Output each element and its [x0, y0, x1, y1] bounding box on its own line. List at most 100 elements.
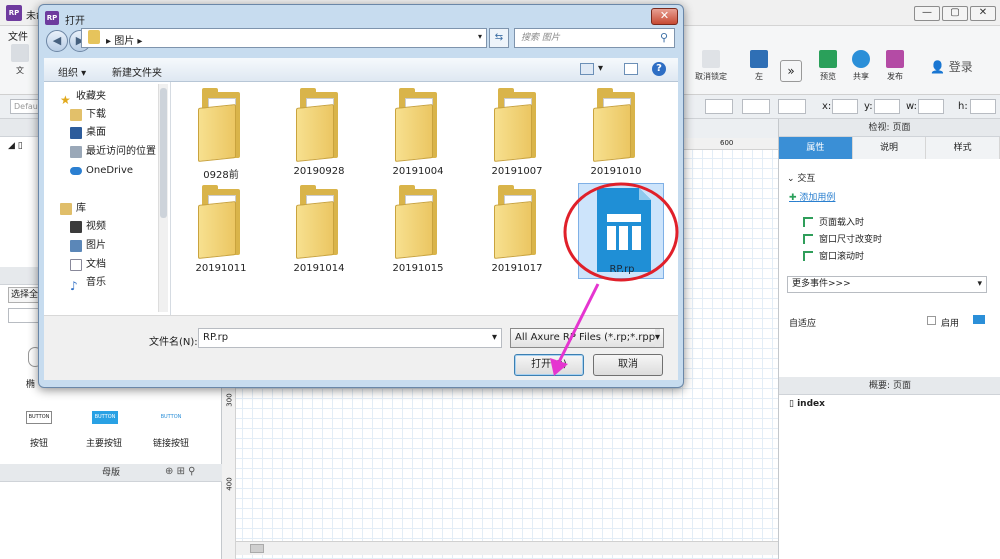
h-input[interactable]: [970, 99, 996, 114]
y-input[interactable]: [874, 99, 900, 114]
folder-name: 20191011: [195, 263, 247, 274]
video-icon: [70, 221, 82, 233]
dialog-search-input[interactable]: 搜索 图片: [514, 28, 675, 48]
dialog-app-icon: RP: [45, 11, 59, 25]
filename-dropdown-icon[interactable]: ▾: [492, 329, 497, 347]
align-left-tool[interactable]: 左: [746, 50, 772, 82]
new-icon: [11, 44, 29, 62]
unlock-tool[interactable]: 取消锁定: [688, 50, 734, 82]
scrollbar-thumb[interactable]: [250, 544, 264, 553]
address-dropdown-icon[interactable]: ▾: [478, 32, 482, 41]
library-select[interactable]: 选择全: [8, 287, 40, 303]
event-window-scroll[interactable]: 窗口滚动时: [803, 247, 882, 264]
ellipse-label: 椭: [26, 380, 36, 390]
tree-scroll-thumb[interactable]: [160, 88, 167, 218]
style-select[interactable]: Default: [10, 99, 43, 114]
folder-item[interactable]: 20191015: [378, 183, 458, 279]
interactions-section[interactable]: ⌄ 交互: [787, 171, 815, 184]
add-case-link[interactable]: ✚ 添加用例: [789, 190, 835, 203]
tree-pictures[interactable]: 图片: [70, 237, 106, 255]
bullet-select[interactable]: [778, 99, 806, 114]
adaptive-settings-icon[interactable]: [973, 315, 985, 324]
back-button[interactable]: ◀: [46, 30, 68, 52]
filetype-dropdown-icon[interactable]: ▾: [654, 329, 660, 347]
event-page-load[interactable]: 页面载入时: [803, 213, 882, 230]
app-logo: RP: [6, 5, 22, 21]
masters-tools[interactable]: ⊕ ⊞ ⚲: [165, 466, 195, 477]
minimize-button[interactable]: —: [914, 6, 940, 21]
folder-item[interactable]: 20191010: [576, 86, 656, 182]
address-bar[interactable]: ▸ 图片 ▸ ▾: [81, 28, 487, 48]
more-events-select[interactable]: 更多事件>>> ▾: [787, 276, 987, 293]
view-dropdown-icon[interactable]: ▾: [598, 63, 603, 74]
login-button[interactable]: 👤 登录: [930, 58, 973, 75]
filename-input[interactable]: RP.rp ▾: [198, 328, 502, 348]
user-icon: 👤: [930, 60, 945, 74]
folder-item[interactable]: 20191017: [477, 183, 557, 279]
x-input[interactable]: [832, 99, 858, 114]
menu-file[interactable]: 文件: [8, 28, 28, 43]
event-window-resize[interactable]: 窗口尺寸改变时: [803, 230, 882, 247]
folder-item[interactable]: 20190928: [279, 86, 359, 182]
tree-videos[interactable]: 视频: [70, 218, 106, 236]
annotation-arrow: [550, 283, 600, 376]
folder-item[interactable]: 20191011: [181, 183, 261, 279]
align-select[interactable]: [705, 99, 733, 114]
publish-icon: [886, 50, 904, 68]
share-tool[interactable]: 共享: [848, 50, 874, 82]
download-folder-icon: [70, 109, 82, 121]
list-select[interactable]: [742, 99, 770, 114]
folder-item[interactable]: 20191014: [279, 183, 359, 279]
adaptive-checkbox[interactable]: [927, 316, 936, 325]
preview-tool[interactable]: 预览: [815, 50, 841, 82]
folder-icon: [88, 30, 100, 44]
close-button[interactable]: ✕: [970, 6, 996, 21]
tree-downloads[interactable]: 下载: [70, 106, 106, 124]
publish-tool[interactable]: 发布: [880, 50, 910, 82]
tab-properties[interactable]: 属性: [779, 137, 853, 159]
new-folder-button[interactable]: 新建文件夹: [112, 64, 162, 79]
tree-favorites[interactable]: ★ 收藏夹: [60, 88, 106, 107]
new-tool[interactable]: 文: [10, 44, 30, 76]
tab-style[interactable]: 样式: [926, 137, 1000, 159]
organize-menu[interactable]: 组织 ▾: [58, 64, 86, 79]
event-icon: [803, 233, 813, 244]
button-widget[interactable]: BUTTON: [26, 411, 52, 424]
adaptive-label: 自适应: [789, 319, 817, 329]
h-label: h:: [958, 101, 968, 112]
folder-item[interactable]: 0928前: [181, 86, 261, 182]
view-menu-icon[interactable]: [580, 63, 594, 75]
tab-notes[interactable]: 说明: [852, 137, 927, 159]
tree-library[interactable]: 库: [60, 200, 86, 218]
enable-label: 启用: [941, 319, 960, 329]
library-search[interactable]: [8, 308, 40, 323]
dialog-close-button[interactable]: ✕: [651, 8, 678, 25]
star-icon: ★: [60, 93, 71, 107]
tree-desktop[interactable]: 桌面: [70, 124, 106, 142]
tree-music[interactable]: ♪ 音乐: [70, 274, 106, 293]
tree-recent[interactable]: 最近访问的位置: [70, 143, 156, 161]
primary-button-widget[interactable]: BUTTON: [92, 411, 118, 424]
outline-index[interactable]: ▯ index: [789, 399, 825, 409]
page-icon: ▯: [789, 399, 794, 409]
events-list: 页面载入时 窗口尺寸改变时 窗口滚动时: [803, 213, 882, 264]
maximize-button[interactable]: ▢: [942, 6, 968, 21]
tree-onedrive[interactable]: OneDrive: [70, 162, 133, 180]
music-icon: ♪: [70, 279, 78, 293]
page-tree-toggle[interactable]: ◢ ▯: [8, 141, 23, 151]
folder-item[interactable]: 20191004: [378, 86, 458, 182]
link-button-widget[interactable]: BUTTON: [158, 411, 184, 424]
help-icon[interactable]: ?: [652, 62, 666, 76]
more-tools-button[interactable]: »: [780, 60, 802, 82]
horizontal-scrollbar[interactable]: [236, 541, 778, 555]
tree-scrollbar[interactable]: [158, 84, 168, 312]
refresh-button[interactable]: ⇆: [489, 28, 509, 48]
folder-item[interactable]: 20191007: [477, 86, 557, 182]
event-icon: [803, 216, 813, 227]
w-input[interactable]: [918, 99, 944, 114]
preview-pane-icon[interactable]: [624, 63, 638, 75]
folder-name: 20191007: [491, 166, 543, 177]
lock-icon: [702, 50, 720, 68]
breadcrumb: ▸ 图片 ▸: [106, 36, 143, 47]
tree-documents[interactable]: 文档: [70, 256, 106, 274]
